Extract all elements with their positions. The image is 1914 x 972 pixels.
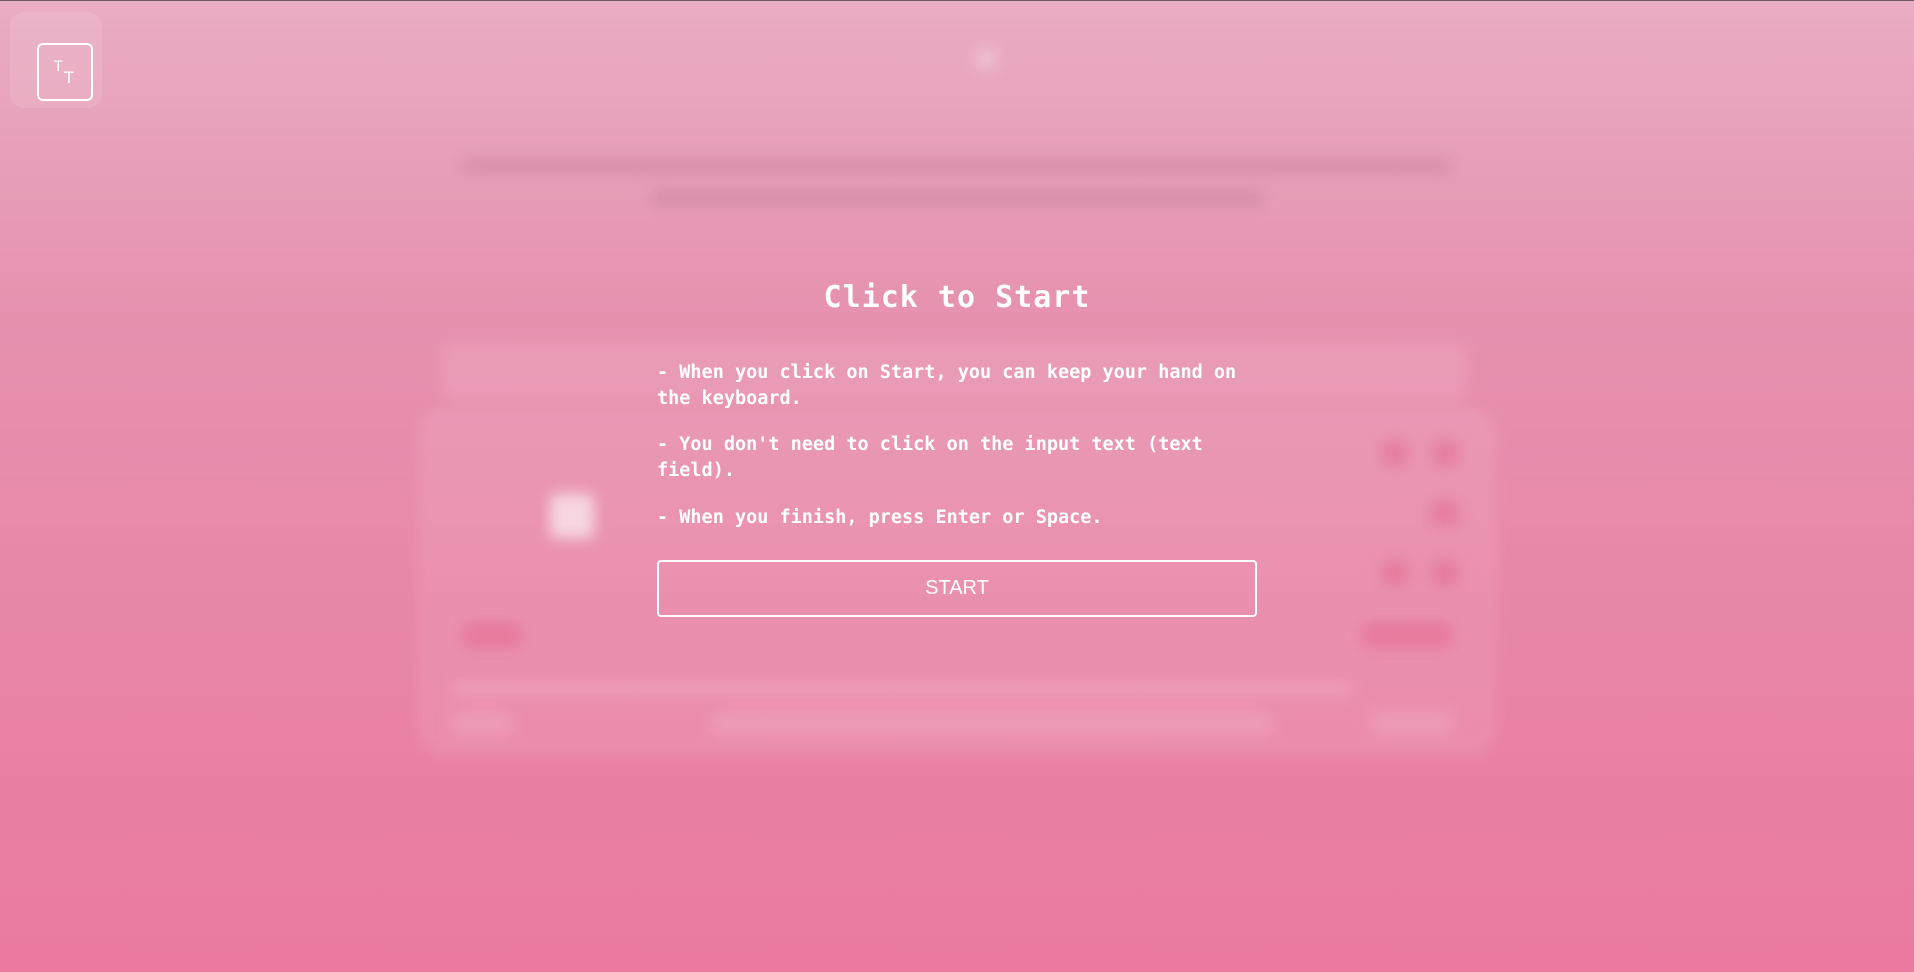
blurred-text-line <box>462 158 1452 174</box>
logo-glyph-top: T <box>54 59 63 75</box>
blurred-key <box>452 712 512 734</box>
blurred-key <box>452 682 1352 696</box>
start-button[interactable]: START <box>657 560 1257 617</box>
blurred-key <box>1362 622 1452 648</box>
blurred-key <box>712 712 1272 734</box>
logo-glyph-bottom: T <box>64 68 74 87</box>
overlay-title: Click to Start <box>823 280 1091 315</box>
blurred-key <box>1432 440 1458 466</box>
blurred-key <box>1432 500 1458 526</box>
blurred-key <box>1432 560 1458 586</box>
blurred-background-app <box>0 0 1914 972</box>
logo-container: T T <box>10 12 102 108</box>
instruction-keep-hand: - When you click on Start, you can keep … <box>657 362 1237 409</box>
blurred-key <box>1372 712 1452 734</box>
blurred-key <box>1382 560 1408 586</box>
app-logo-button[interactable]: T T <box>37 43 93 101</box>
blurred-key <box>462 622 522 648</box>
blurred-key <box>550 494 594 538</box>
blurred-text-line <box>650 190 1265 206</box>
blurred-key <box>1382 440 1408 466</box>
instruction-no-click-input: - You don't need to click on the input t… <box>657 434 1203 481</box>
instruction-finish: - When you finish, press Enter or Space. <box>657 507 1103 528</box>
blurred-status-dot <box>975 48 997 70</box>
